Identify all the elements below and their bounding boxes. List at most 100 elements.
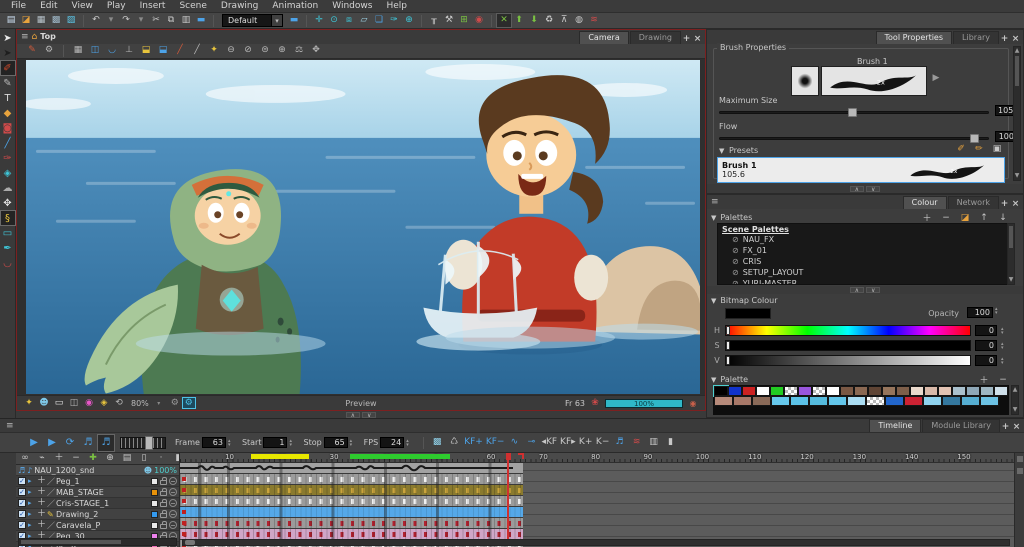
layer-colour-chip[interactable] [151,478,158,485]
rename-drawing-icon[interactable]: ╥ [427,14,441,27]
h-slider[interactable] [725,325,971,336]
colour-swatch[interactable] [896,386,910,396]
tab-add-icon[interactable]: + [999,34,1010,44]
add-peg-icon[interactable]: ⊕ [103,453,117,465]
save-version-icon[interactable]: ▨ [64,14,78,27]
animate-skew-icon[interactable]: ▱ [357,14,371,27]
colour-card-icon[interactable]: ▬ [194,14,208,27]
colour-swatch[interactable] [771,396,790,406]
edit-gradient-tool[interactable]: ◈ [1,166,15,180]
menu-edit[interactable]: Edit [33,1,64,11]
layer-row-Cris-STAGE_1[interactable]: ✓ ▸ ＋ ／ Cris-STAGE_1 [16,498,179,509]
paste-special-icon[interactable]: ⊼ [557,14,571,27]
colour-swatch[interactable] [756,386,770,396]
splitter-down-button[interactable]: ∨ [866,186,880,192]
tab-colour[interactable]: Colour [903,196,947,209]
menu-windows[interactable]: Windows [325,1,379,11]
colour-swatch[interactable] [752,396,771,406]
v-value[interactable]: 0 [975,355,997,366]
new-scene-icon[interactable]: ▤ [4,14,18,27]
colour-swatch[interactable] [980,386,994,396]
fps-value[interactable]: 24 [380,437,404,448]
layer-row-NAU_1200_snd[interactable]: ♬ ♪ NAU_1200_snd ☻ 100% [16,465,179,476]
no-render-icon[interactable] [169,510,177,518]
lock-icon[interactable] [160,502,167,507]
inverse-kinematics-icon[interactable]: ✑ [387,14,401,27]
add-parent-icon[interactable]: ＋ [37,521,45,529]
colour-swatch[interactable] [798,386,812,396]
brush-tip-preview[interactable] [791,66,819,96]
colour-swatch[interactable] [714,396,733,406]
v-slider[interactable] [725,355,971,366]
track-NAU_1200_snd[interactable] [180,463,523,474]
colour-swatch[interactable] [770,386,784,396]
no-render-icon[interactable] [169,521,177,529]
layer-name[interactable]: MAB_STAGE [56,488,149,497]
v-handle[interactable] [726,356,730,365]
new-brush-preset-icon[interactable]: ✐ [955,144,967,154]
paint-tool[interactable]: ◙ [1,121,15,135]
delete-brush-preset-icon[interactable]: ✏ [973,144,985,154]
workspace-view-icon[interactable]: ▬ [287,14,301,27]
maximum-size-slider[interactable] [719,111,989,114]
camera-mask-icon[interactable]: ◡ [105,44,119,57]
hand-tool[interactable]: ✥ [1,196,15,210]
drawing-desk-icon[interactable]: ⚒ [442,14,456,27]
scroll-thumb[interactable] [1009,226,1013,248]
dot-icon[interactable]: · [154,453,168,465]
show-data-view-icon[interactable]: ▯ [137,453,151,465]
colour-swatch[interactable] [952,386,966,396]
render-play-icon[interactable]: ▶ [44,435,60,451]
tab-close-icon[interactable]: × [1011,422,1022,432]
colour-swatch[interactable] [866,396,885,406]
layer-name[interactable]: Caravela_P [56,521,149,530]
palette-item-yuri-master[interactable]: ⊘YURI-MASTER [718,278,1008,285]
animate-scale-icon[interactable]: ⧈ [342,14,356,27]
transform-tool-icon[interactable]: ❏ [372,14,386,27]
undo-dropdown-icon[interactable]: ▾ [104,14,118,27]
colour-swatch[interactable] [809,396,828,406]
flat-ease-icon[interactable]: ⊸ [524,436,538,449]
tab-add-icon[interactable]: + [681,34,692,44]
snap-options-icon[interactable]: ◫ [88,44,102,57]
render-frame-icon[interactable]: ▩ [430,436,444,449]
transform-tool[interactable]: ➤ [1,46,15,60]
lock-icon[interactable] [160,491,167,496]
add-parent-icon[interactable]: ＋ [37,477,45,485]
motion-ease-icon[interactable]: ∿ [507,436,521,449]
tab-add-icon[interactable]: + [999,199,1010,209]
show-character-icon[interactable]: ☻ [38,398,50,408]
playhead-handle[interactable] [506,453,511,460]
start-value[interactable]: 1 [263,437,287,448]
tab-close-icon[interactable]: × [692,34,703,44]
current-colour-swatch[interactable] [725,308,771,319]
lock-icon[interactable]: ⬓ [139,44,153,57]
colour-menu-icon[interactable]: ≡ [711,197,719,207]
layer-name[interactable]: Drawing_2 [56,510,149,519]
colour-swatch[interactable] [910,386,924,396]
splitter-up-button[interactable]: ∧ [346,412,360,418]
no-render-icon[interactable] [169,477,177,485]
lock-icon[interactable] [160,524,167,529]
scroll-down-icon[interactable]: ▼ [1012,406,1018,414]
add-drawing-layer-icon[interactable]: ⊞ [457,14,471,27]
redo-icon[interactable]: ↷ [119,14,133,27]
line-tool[interactable]: ╱ [1,136,15,150]
no-render-icon[interactable] [169,499,177,507]
light-table-icon[interactable]: ✦ [207,44,221,57]
layer-colour-chip[interactable] [151,489,158,496]
colour-swatch[interactable] [923,396,942,406]
colour-swatch[interactable] [733,396,752,406]
cut-icon[interactable]: ✂ [149,14,163,27]
camera-view-toggle-icon[interactable]: ◉ [83,398,95,408]
show-functions-icon[interactable]: ▤ [120,453,134,465]
motion-path-icon[interactable]: ≋ [630,436,644,449]
colour-swatch[interactable] [885,396,904,406]
tool-properties-scrollbar[interactable]: ▲ ▼ [1013,46,1021,181]
scroll-up-icon[interactable]: ▲ [1014,47,1020,55]
colour-swatch[interactable] [728,386,742,396]
colour-swatch[interactable] [882,386,896,396]
show-thumbnails-col-icon[interactable]: ▮ [171,453,180,465]
colour-swatch[interactable] [790,396,809,406]
reset-rotation-icon[interactable]: ⟲ [113,398,125,408]
